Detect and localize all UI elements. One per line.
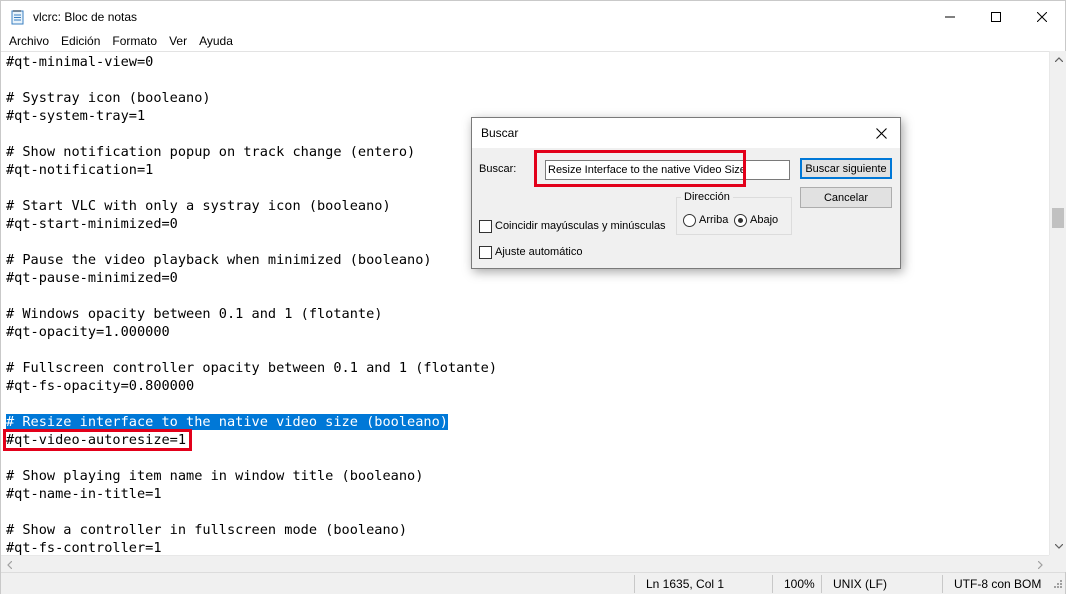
find-label: Buscar: (479, 163, 517, 175)
text-line: #qt-opacity=1.000000 (6, 323, 170, 341)
scroll-left-button[interactable] (1, 556, 18, 573)
horizontal-scrollbar[interactable] (1, 555, 1049, 572)
text-line-content: #qt-minimal-view=0 (6, 54, 154, 70)
close-icon (1037, 11, 1047, 22)
direction-label: Dirección (681, 191, 733, 203)
text-line: # Windows opacity between 0.1 and 1 (flo… (6, 305, 382, 323)
menu-bar: Archivo Edición Formato Ver Ayuda (1, 32, 1065, 51)
text-line-content: #qt-pause-minimized=0 (6, 270, 178, 286)
cancel-button[interactable]: Cancelar (800, 187, 892, 208)
status-divider (821, 575, 822, 593)
maximize-icon (991, 11, 1001, 22)
highlight-box-query (534, 150, 746, 187)
text-line-content: # Show notification popup on track chang… (6, 144, 416, 160)
encoding: UTF-8 con BOM (954, 577, 1042, 591)
text-line-content: # Windows opacity between 0.1 and 1 (flo… (6, 306, 383, 322)
text-line: #qt-name-in-title=1 (6, 485, 162, 503)
text-line: # Show notification popup on track chang… (6, 143, 415, 161)
text-line: #qt-start-minimized=0 (6, 215, 178, 233)
text-line: #qt-system-tray=1 (6, 107, 145, 125)
text-line-content: # Resize interface to the native video s… (6, 414, 448, 430)
chevron-up-icon (1054, 57, 1063, 62)
text-line-content: # Fullscreen controller opacity between … (6, 360, 498, 376)
cursor-position: Ln 1635, Col 1 (646, 577, 725, 591)
chevron-left-icon (7, 560, 12, 569)
direction-down-radio[interactable] (734, 214, 747, 227)
chevron-down-icon (1054, 544, 1063, 549)
direction-up-label[interactable]: Arriba (699, 214, 728, 226)
scroll-up-button[interactable] (1050, 51, 1066, 68)
text-line-content: # Show a controller in fullscreen mode (… (6, 522, 408, 538)
text-line-content: # Show playing item name in window title… (6, 468, 424, 484)
find-next-button[interactable]: Buscar siguiente (800, 158, 892, 179)
highlight-box-setting (3, 429, 192, 451)
text-line-content: #qt-notification=1 (6, 162, 154, 178)
menu-ayuda[interactable]: Ayuda (193, 32, 239, 51)
wrap-around-label[interactable]: Ajuste automático (495, 246, 582, 258)
line-ending: UNIX (LF) (833, 577, 887, 591)
match-case-label[interactable]: Coincidir mayúsculas y minúsculas (495, 220, 666, 232)
text-line-content: #qt-system-tray=1 (6, 108, 146, 124)
text-line-content: #qt-fs-opacity=0.800000 (6, 378, 195, 394)
text-line: # Show a controller in fullscreen mode (… (6, 521, 407, 539)
text-line: # Systray icon (booleano) (6, 89, 211, 107)
text-line: # Show playing item name in window title… (6, 467, 423, 485)
text-line: # Start VLC with only a systray icon (bo… (6, 197, 391, 215)
text-line: #qt-minimal-view=0 (6, 53, 153, 71)
menu-ver[interactable]: Ver (163, 32, 193, 51)
text-line-content: # Start VLC with only a systray icon (bo… (6, 198, 391, 214)
status-bar: Ln 1635, Col 1 100% UNIX (LF) UTF-8 con … (1, 572, 1065, 594)
wrap-around-checkbox[interactable] (479, 246, 492, 259)
vertical-scrollbar[interactable] (1049, 51, 1066, 555)
window-title: vlcrc: Bloc de notas (33, 10, 138, 24)
menu-formato[interactable]: Formato (106, 32, 163, 51)
text-line: #qt-fs-controller=1 (6, 539, 162, 555)
text-line-content: # Systray icon (booleano) (6, 90, 211, 106)
close-button[interactable] (1019, 1, 1065, 32)
minimize-icon (945, 16, 955, 17)
find-dialog-title: Buscar (481, 126, 519, 140)
find-dialog: Buscar Buscar: Resize Interface to the n… (471, 117, 901, 269)
text-line: #qt-pause-minimized=0 (6, 269, 178, 287)
status-divider (942, 575, 943, 593)
text-line: #qt-fs-opacity=0.800000 (6, 377, 194, 395)
find-dialog-close-button[interactable] (872, 124, 890, 142)
notepad-window: vlcrc: Bloc de notas Archivo Edición For… (0, 0, 1066, 594)
scroll-right-button[interactable] (1032, 556, 1049, 573)
text-line-content: #qt-name-in-title=1 (6, 486, 162, 502)
text-line: #qt-notification=1 (6, 161, 153, 179)
notepad-icon (11, 9, 25, 25)
zoom-level: 100% (784, 577, 815, 591)
maximize-button[interactable] (973, 1, 1019, 32)
menu-archivo[interactable]: Archivo (3, 32, 55, 51)
scroll-down-button[interactable] (1050, 538, 1066, 555)
text-line-content: #qt-fs-controller=1 (6, 540, 162, 555)
status-divider (634, 575, 635, 593)
direction-up-radio[interactable] (683, 214, 696, 227)
text-line-content: #qt-opacity=1.000000 (6, 324, 170, 340)
resize-grip-icon[interactable] (1051, 579, 1063, 594)
title-bar: vlcrc: Bloc de notas (1, 1, 1065, 32)
status-divider (772, 575, 773, 593)
direction-down-label[interactable]: Abajo (750, 214, 778, 226)
close-icon (875, 127, 887, 139)
chevron-right-icon (1038, 560, 1043, 569)
minimize-button[interactable] (927, 1, 973, 32)
match-case-checkbox[interactable] (479, 220, 492, 233)
vertical-scroll-thumb[interactable] (1052, 208, 1064, 228)
text-line-content: # Pause the video playback when minimize… (6, 252, 432, 268)
find-dialog-title-bar: Buscar (472, 118, 900, 148)
text-line-content: #qt-start-minimized=0 (6, 216, 178, 232)
text-line: # Pause the video playback when minimize… (6, 251, 432, 269)
scrollbar-corner (1049, 555, 1066, 572)
menu-edicion[interactable]: Edición (55, 32, 106, 51)
text-line: # Fullscreen controller opacity between … (6, 359, 497, 377)
